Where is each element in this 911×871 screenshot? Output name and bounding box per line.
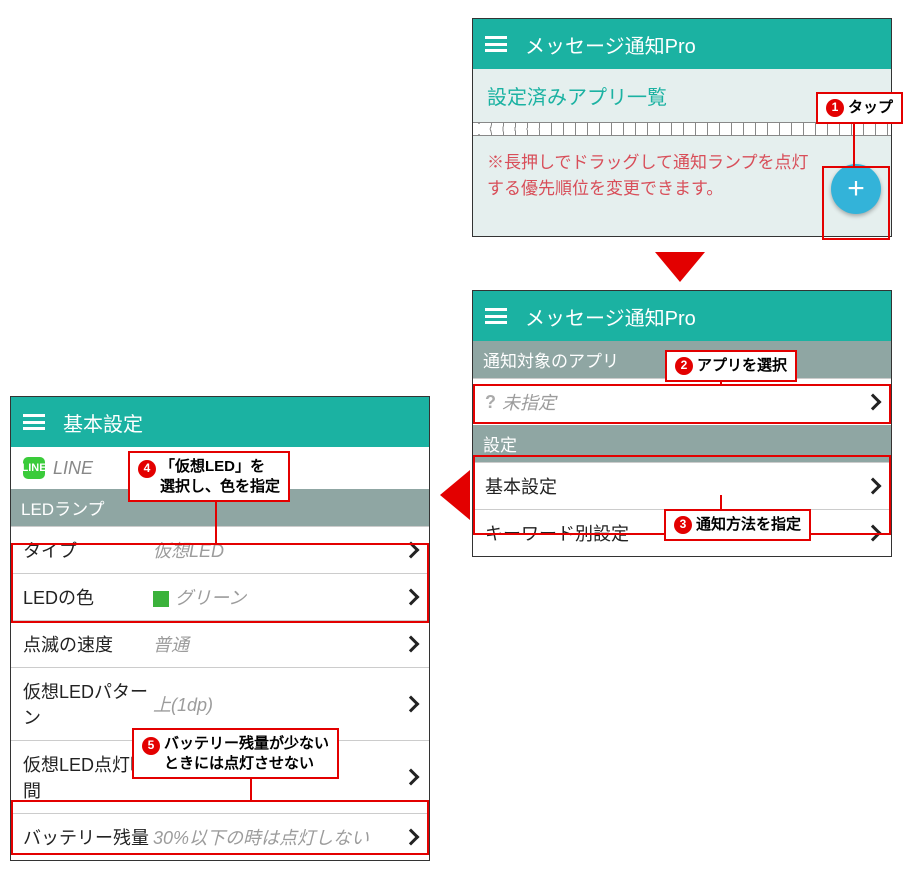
callout-3: 3 通知方法を指定 <box>664 509 811 541</box>
line-app-icon: LINE <box>23 457 45 479</box>
row-unspecified[interactable]: ? 未指定 <box>473 378 891 425</box>
left-arrow <box>440 470 470 520</box>
row-battery[interactable]: バッテリー残量 30%以下の時は点灯しない <box>11 813 429 860</box>
hamburger-icon[interactable] <box>23 414 45 430</box>
drag-note: ※長押しでドラッグして通知ランプを点灯する優先順位を変更できます。 <box>487 150 821 201</box>
row-basic-settings[interactable]: 基本設定 <box>473 462 891 509</box>
pattern-label: 仮想LEDパターン <box>23 678 153 730</box>
callout-3-text: 通知方法を指定 <box>696 515 801 535</box>
callout-num-2: 2 <box>675 357 693 375</box>
type-label: タイプ <box>23 537 153 563</box>
chevron-right-icon <box>865 525 882 542</box>
basic-settings-label: 基本設定 <box>485 473 557 499</box>
hamburger-icon[interactable] <box>485 36 507 52</box>
screen-1-app-list: メッセージ通知Pro 設定済みアプリ一覧 ※長押しでドラッグして通知ランプを点灯… <box>472 18 892 237</box>
callout-5: 5 バッテリー残量が少ないときには点灯させない <box>132 728 339 779</box>
app-title-2: メッセージ通知Pro <box>525 302 696 331</box>
omission-indicator <box>473 122 891 136</box>
chevron-right-icon <box>865 478 882 495</box>
callout-4: 4 「仮想LED」を選択し、色を指定 <box>128 451 290 502</box>
plus-icon: + <box>847 172 865 206</box>
color-label: LEDの色 <box>23 584 153 610</box>
basic-settings-title: 基本設定 <box>63 408 143 437</box>
color-value: グリーン <box>153 584 405 610</box>
chevron-right-icon <box>403 542 420 559</box>
unspecified-value: 未指定 <box>502 389 867 415</box>
callout-2-text: アプリを選択 <box>697 356 787 376</box>
chevron-right-icon <box>403 769 420 786</box>
blink-label: 点滅の速度 <box>23 631 153 657</box>
battery-label: バッテリー残量 <box>23 824 153 850</box>
add-button[interactable]: + <box>831 164 881 214</box>
chevron-right-icon <box>403 829 420 846</box>
row-color[interactable]: LEDの色 グリーン <box>11 573 429 620</box>
chevron-right-icon <box>865 394 882 411</box>
row-blink[interactable]: 点滅の速度 普通 <box>11 620 429 667</box>
callout-4-text: 「仮想LED」を選択し、色を指定 <box>160 457 280 496</box>
down-arrow-1 <box>655 252 705 282</box>
app-bar-3: 基本設定 <box>11 397 429 447</box>
pattern-value: 上(1dp) <box>153 691 405 717</box>
callout-1-text: タップ <box>848 98 893 118</box>
line-app-label: LINE <box>53 458 93 479</box>
callout-2: 2 アプリを選択 <box>665 350 797 382</box>
callout-num-1: 1 <box>826 99 844 117</box>
type-value: 仮想LED <box>153 537 405 563</box>
callout-5-text: バッテリー残量が少ないときには点灯させない <box>164 734 329 773</box>
blink-value: 普通 <box>153 631 405 657</box>
row-type[interactable]: タイプ 仮想LED <box>11 526 429 573</box>
section-settings: 設定 <box>473 425 891 462</box>
callout-num-5: 5 <box>142 737 160 755</box>
battery-value: 30%以下の時は点灯しない <box>153 824 405 850</box>
green-swatch-icon <box>153 591 169 607</box>
callout-num-4: 4 <box>138 460 156 478</box>
hamburger-icon[interactable] <box>485 308 507 324</box>
chevron-right-icon <box>403 696 420 713</box>
callout-num-3: 3 <box>674 516 692 534</box>
callout-1: 1 タップ <box>816 92 903 124</box>
callout-1-leader <box>853 118 855 166</box>
chevron-right-icon <box>403 636 420 653</box>
app-bar-2: メッセージ通知Pro <box>473 291 891 341</box>
app-title: メッセージ通知Pro <box>525 30 696 59</box>
app-bar-1: メッセージ通知Pro <box>473 19 891 69</box>
keyword-settings-label: キーワード別設定 <box>485 520 629 546</box>
chevron-right-icon <box>403 589 420 606</box>
